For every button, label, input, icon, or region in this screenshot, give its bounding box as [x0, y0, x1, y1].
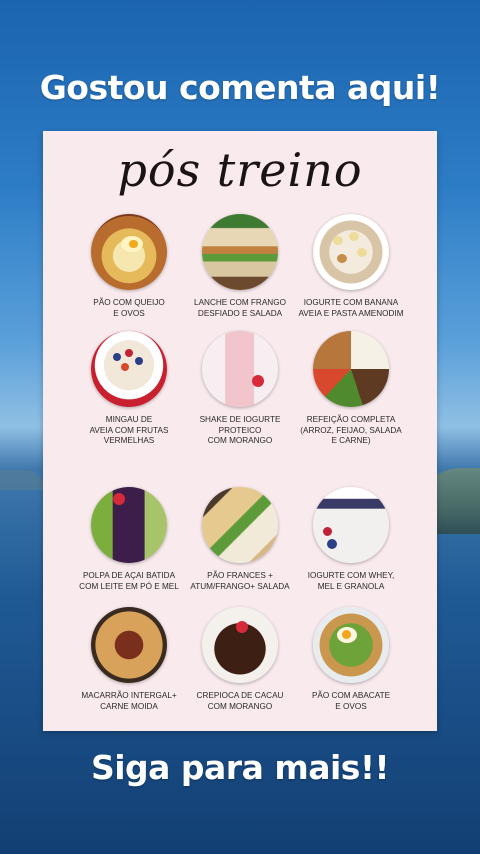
acai-smoothie-photo [91, 487, 167, 563]
item-label: IOGURTE COM WHEY, MEL E GRANOLA [307, 571, 395, 591]
food-item: IOGURTE COM BANANA AVEIA E PASTA AMENODI… [286, 214, 416, 319]
footer-title: Siga para mais!! [90, 748, 390, 787]
food-grid: PÃO COM QUEIJO E OVOS LANCHE COM FRANGO … [43, 131, 437, 731]
yogurt-banana-photo [313, 214, 389, 290]
header-title: Gostou comenta aqui! [39, 68, 441, 107]
avocado-toast-eggs-photo [313, 607, 389, 683]
oatmeal-berries-photo [91, 331, 167, 407]
background-coast [0, 470, 45, 490]
item-label: REFEIÇÃO COMPLETA (ARROZ, FEIJAO, SALADA… [300, 415, 402, 445]
food-item: REFEIÇÃO COMPLETA (ARROZ, FEIJAO, SALADA… [286, 331, 416, 447]
bread-cheese-eggs-photo [91, 214, 167, 290]
item-label: PÃO COM ABACATE E OVOS [311, 691, 391, 711]
cocoa-crepe-photo [202, 607, 278, 683]
food-card: pós treino PÃO COM QUEIJO E OVOS LANCHE … [43, 131, 437, 731]
french-bread-sandwich-photo [202, 487, 278, 563]
full-meal-photo [313, 331, 389, 407]
food-item: IOGURTE COM WHEY, MEL E GRANOLA [286, 487, 416, 592]
spaghetti-meat-photo [91, 607, 167, 683]
food-item: PÃO COM ABACATE E OVOS [286, 607, 416, 712]
chicken-sandwich-photo [202, 214, 278, 290]
yogurt-granola-photo [313, 487, 389, 563]
strawberry-shake-photo [202, 331, 278, 407]
item-label: IOGURTE COM BANANA AVEIA E PASTA AMENODI… [298, 298, 404, 318]
